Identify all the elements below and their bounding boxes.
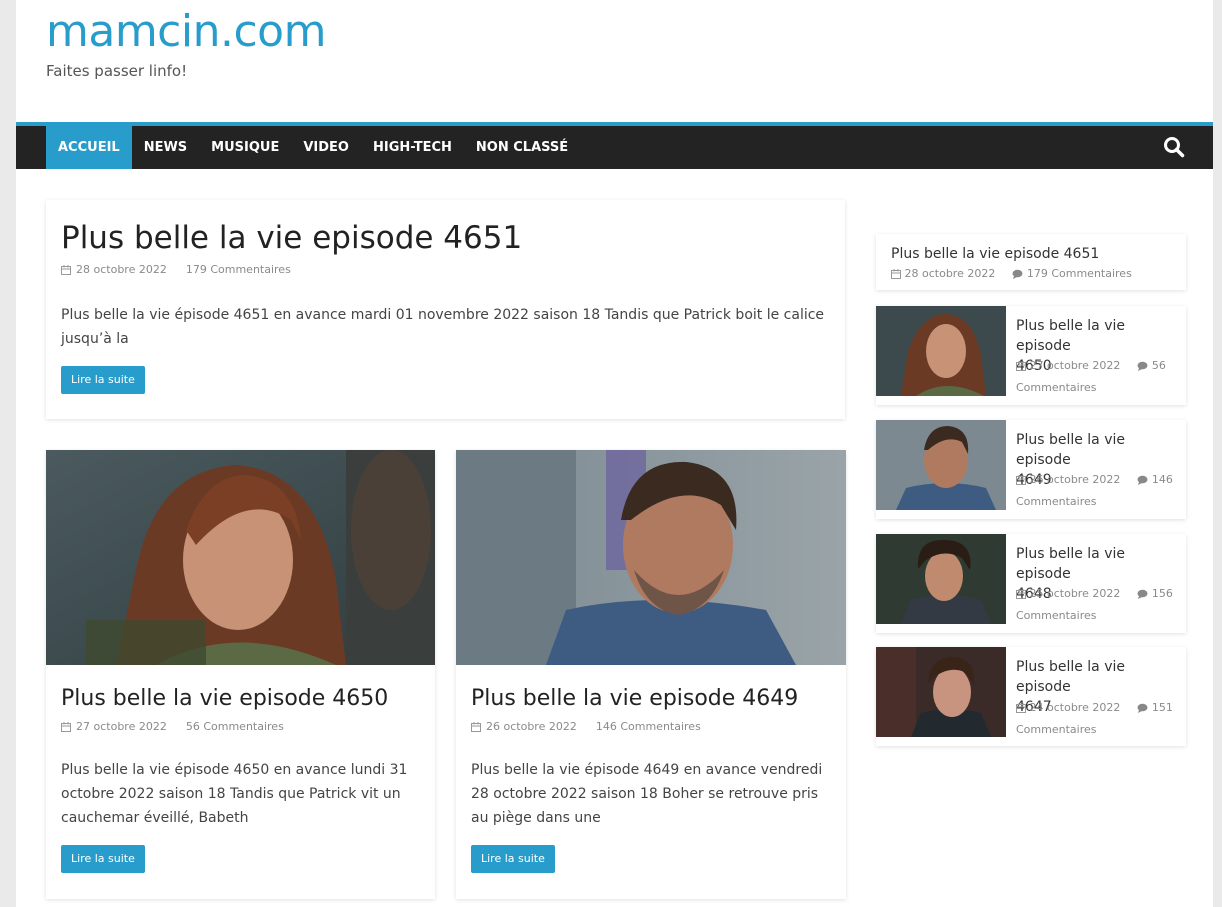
post-date[interactable]: 27 octobre 2022 <box>76 720 167 733</box>
post-comments-label[interactable]: Commentaires <box>1016 609 1096 622</box>
post-date[interactable]: 26 octobre 2022 <box>486 720 577 733</box>
man-portrait-image <box>456 450 846 665</box>
post-meta: 26 octobre 2022 146 Commentaires <box>471 720 701 733</box>
comment-icon <box>1012 269 1023 279</box>
post-date[interactable]: 26 octobre 2022 <box>1030 473 1121 486</box>
nav-menu: ACCUEIL NEWS MUSIQUE VIDEO HIGH-TECH NON… <box>16 126 1213 169</box>
post-card: Plus belle la vie episode 4649 26 octobr… <box>456 450 846 899</box>
sidebar-item-meta: 28 octobre 2022 179 Commentaires <box>891 263 1132 285</box>
main-nav: ACCUEIL NEWS MUSIQUE VIDEO HIGH-TECH NON… <box>16 122 1213 169</box>
sidebar-thumbnail[interactable] <box>876 306 1006 396</box>
calendar-icon <box>1016 475 1026 485</box>
man-portrait-image <box>876 420 1006 510</box>
nav-item-musique[interactable]: MUSIQUE <box>199 126 291 169</box>
comment-icon <box>1137 475 1148 485</box>
sidebar-item: Plus belle la vie episode 4647 24 octobre… <box>876 647 1186 746</box>
nav-item-news[interactable]: NEWS <box>132 126 199 169</box>
page: mamcin.com Faites passer linfo! ACCUEIL … <box>16 0 1213 907</box>
post-date[interactable]: 28 octobre 2022 <box>76 263 167 276</box>
nav-item-non-classe[interactable]: NON CLASSÉ <box>464 126 580 169</box>
post-title[interactable]: Plus belle la vie episode 4649 <box>471 686 798 712</box>
post-comments-label[interactable]: Commentaires <box>1016 723 1096 736</box>
search-icon <box>1164 137 1185 158</box>
woman-portrait-image <box>46 450 435 665</box>
sidebar-featured-item: Plus belle la vie episode 4651 28 octobr… <box>876 234 1186 290</box>
comment-icon <box>1137 703 1148 713</box>
post-date[interactable]: 25 octobre 2022 <box>1030 587 1121 600</box>
site-title[interactable]: mamcin.com <box>46 6 326 58</box>
post-comments-count[interactable]: 56 <box>1152 359 1166 372</box>
boy-portrait-image <box>876 534 1006 624</box>
woman-portrait-image <box>876 306 1006 396</box>
sidebar-thumbnail[interactable] <box>876 534 1006 624</box>
post-comments[interactable]: 146 Commentaires <box>596 720 701 733</box>
featured-post-title[interactable]: Plus belle la vie episode 4651 <box>61 220 522 257</box>
calendar-icon <box>1016 703 1026 713</box>
read-more-button[interactable]: Lire la suite <box>61 366 145 394</box>
post-excerpt: Plus belle la vie épisode 4649 en avance… <box>471 762 823 826</box>
post-meta: 27 octobre 2022 56 Commentaires <box>61 720 284 733</box>
sidebar-item: Plus belle la vie episode 4648 25 octobre… <box>876 534 1186 633</box>
featured-post-meta: 28 octobre 2022 179 Commentaires <box>61 263 291 276</box>
calendar-icon <box>1016 361 1026 371</box>
featured-post: Plus belle la vie episode 4651 28 octobr… <box>46 200 845 419</box>
post-comments-count[interactable]: 156 <box>1152 587 1173 600</box>
calendar-icon <box>471 721 481 732</box>
post-card: Plus belle la vie episode 4650 27 octobr… <box>46 450 435 899</box>
post-comments-label[interactable]: Commentaires <box>1016 495 1096 508</box>
site-tagline: Faites passer linfo! <box>46 62 188 80</box>
post-title[interactable]: Plus belle la vie episode 4650 <box>61 686 388 712</box>
read-more-button[interactable]: Lire la suite <box>61 845 145 873</box>
nav-item-video[interactable]: VIDEO <box>291 126 361 169</box>
read-more-button[interactable]: Lire la suite <box>471 845 555 873</box>
sidebar-item: Plus belle la vie episode 4650 27 octobre… <box>876 306 1186 405</box>
calendar-icon <box>61 264 71 275</box>
post-thumbnail[interactable] <box>456 450 846 665</box>
featured-post-excerpt: Plus belle la vie épisode 4651 en avance… <box>61 307 825 347</box>
post-date[interactable]: 27 octobre 2022 <box>1030 359 1121 372</box>
comment-icon <box>1137 361 1148 371</box>
post-comments-label[interactable]: Commentaires <box>1016 381 1096 394</box>
search-button[interactable] <box>1163 136 1185 158</box>
post-date[interactable]: 28 octobre 2022 <box>905 267 996 280</box>
post-comments[interactable]: 56 Commentaires <box>186 720 284 733</box>
post-date[interactable]: 24 octobre 2022 <box>1030 701 1121 714</box>
sidebar-thumbnail[interactable] <box>876 647 1006 737</box>
sidebar-item-meta: 24 octobre 2022 151 Commentaires <box>1016 697 1181 741</box>
calendar-icon <box>1016 589 1026 599</box>
comment-icon <box>1137 589 1148 599</box>
young-man-portrait-image <box>876 647 1006 737</box>
sidebar-item: Plus belle la vie episode 4649 26 octobre… <box>876 420 1186 519</box>
sidebar-item-meta: 25 octobre 2022 156 Commentaires <box>1016 583 1181 627</box>
sidebar-item-title[interactable]: Plus belle la vie episode 4651 <box>891 244 1099 264</box>
nav-item-high-tech[interactable]: HIGH-TECH <box>361 126 464 169</box>
post-excerpt: Plus belle la vie épisode 4650 en avance… <box>61 762 408 826</box>
nav-item-accueil[interactable]: ACCUEIL <box>46 126 132 169</box>
calendar-icon <box>61 721 71 732</box>
calendar-icon <box>891 269 901 279</box>
post-comments-count[interactable]: 146 <box>1152 473 1173 486</box>
post-comments[interactable]: 179 Commentaires <box>1027 267 1132 280</box>
sidebar-item-meta: 26 octobre 2022 146 Commentaires <box>1016 469 1181 513</box>
post-thumbnail[interactable] <box>46 450 435 665</box>
post-comments-count[interactable]: 151 <box>1152 701 1173 714</box>
sidebar-thumbnail[interactable] <box>876 420 1006 510</box>
post-comments[interactable]: 179 Commentaires <box>186 263 291 276</box>
sidebar-item-meta: 27 octobre 2022 56 Commentaires <box>1016 355 1181 399</box>
